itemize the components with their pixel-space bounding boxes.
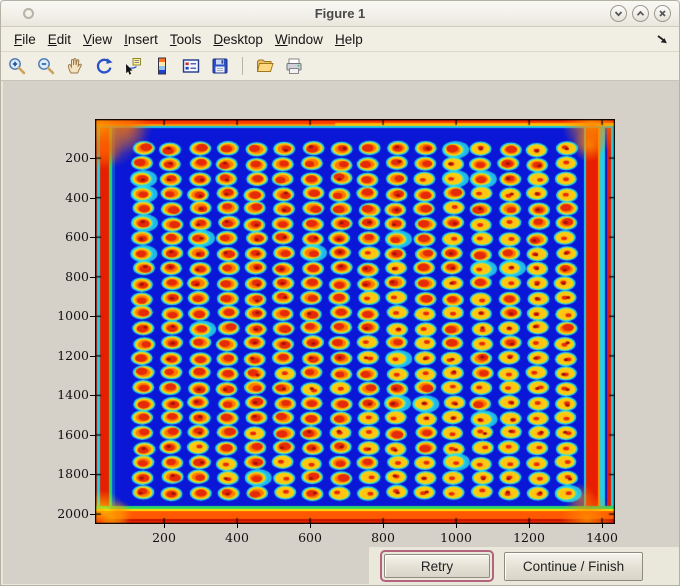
window-title: Figure 1 [314,6,366,21]
tick-mark [237,524,238,528]
insert-legend-icon[interactable] [179,54,203,78]
tick-label: 1200 [513,530,545,545]
save-figure-icon[interactable] [208,54,232,78]
titlebar[interactable]: Figure 1 [1,1,679,27]
tick-label: 1200 [57,347,89,363]
menu-item-help[interactable]: Help [335,32,363,47]
rotate-3d-icon[interactable] [92,54,116,78]
menubar-items: File Edit View Insert Tools Desktop Window Help [14,32,363,47]
toolbar [1,51,679,81]
tick-mark [310,524,311,528]
tick-label: 1800 [57,466,89,482]
tick-mark [90,237,95,239]
tick-label: 1400 [57,387,89,403]
menu-item-tools[interactable]: Tools [170,32,202,47]
tick-label: 400 [65,189,89,205]
tick-label: 1000 [57,308,89,324]
zoom-in-icon[interactable] [5,54,29,78]
close-icon[interactable] [654,5,671,22]
menubar: File Edit View Insert Tools Desktop Window Help [1,27,679,51]
tick-label: 200 [152,530,176,545]
tick-mark [90,434,95,436]
tick-label: 600 [65,229,89,245]
retry-focus-ring: Retry [380,550,494,582]
tick-mark [602,524,603,528]
tick-label: 1600 [57,426,89,442]
menu-item-desktop[interactable]: Desktop [213,32,263,47]
tick-mark [90,355,95,357]
tick-mark [90,158,95,159]
tick-mark [164,524,165,528]
tick-label: 600 [298,530,322,545]
insert-colorbar-icon[interactable] [150,54,174,78]
menu-item-insert[interactable]: Insert [124,32,158,47]
retry-button[interactable]: Retry [384,554,490,578]
tick-mark [456,524,457,528]
tick-mark [90,316,95,318]
tick-mark [90,197,95,199]
data-cursor-icon[interactable] [121,54,145,78]
maximize-icon[interactable] [632,5,649,22]
tick-mark [90,276,95,278]
tick-label: 2000 [57,506,89,521]
tick-mark [90,474,95,476]
toolbar-separator [242,57,243,75]
window-controls [610,5,671,22]
tick-label: 1000 [440,530,472,545]
menu-item-view[interactable]: View [83,32,112,47]
minimize-icon[interactable] [610,5,627,22]
open-file-icon[interactable] [253,54,277,78]
tick-mark [529,524,530,528]
plot-image[interactable] [95,119,615,524]
tick-label: 800 [65,268,89,284]
pan-hand-icon[interactable] [63,54,87,78]
print-figure-icon[interactable] [282,54,306,78]
tick-label: 800 [371,530,395,545]
figure-window: Figure 1 File Edit View Insert Tools Desktop W… [0,0,680,586]
continue-finish-button[interactable]: Continue / Finish [504,552,643,581]
menu-item-edit[interactable]: Edit [48,32,71,47]
tick-label: 200 [65,150,89,165]
tick-label: 400 [225,530,249,545]
zoom-out-icon[interactable] [34,54,58,78]
tick-label: 1400 [586,530,618,545]
tick-mark [90,395,95,397]
menu-item-window[interactable]: Window [275,32,323,47]
tick-mark [383,524,384,528]
dock-figure-icon[interactable] [654,31,670,47]
tick-mark [90,514,95,515]
menu-item-file[interactable]: File [14,32,36,47]
